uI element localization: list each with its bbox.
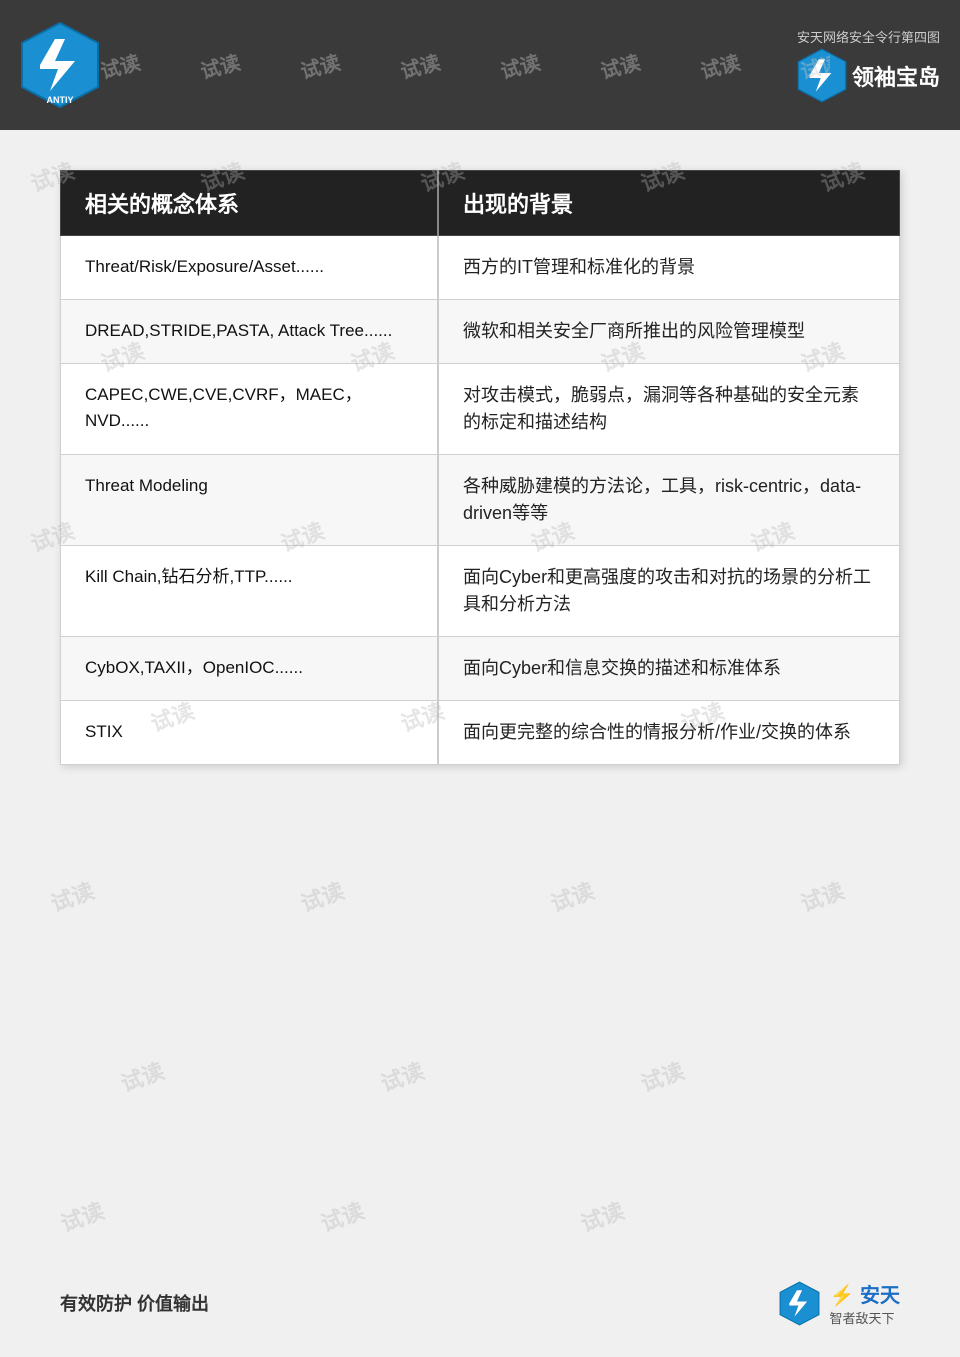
watermark-17: 试读 xyxy=(296,873,348,918)
table-row-4-col2: 面向Cyber和更高强度的攻击和对抗的场景的分析工具和分析方法 xyxy=(438,546,899,637)
watermark-23: 试读 xyxy=(56,1193,108,1238)
table-row: Kill Chain,钻石分析,TTP......面向Cyber和更高强度的攻击… xyxy=(61,546,900,637)
table-row: Threat Modeling各种威胁建模的方法论，工具，risk-centri… xyxy=(61,455,900,546)
table-row-0-col2: 西方的IT管理和标准化的背景 xyxy=(438,236,899,300)
table-row: CybOX,TAXII，OpenIOC......面向Cyber和信息交换的描述… xyxy=(61,637,900,701)
watermark-20: 试读 xyxy=(116,1053,168,1098)
table-row-2-col2: 对攻击模式，脆弱点，漏洞等各种基础的安全元素的标定和描述结构 xyxy=(438,364,899,455)
footer-cn-name: 安天 xyxy=(860,1285,900,1307)
watermark-22: 试读 xyxy=(636,1053,688,1098)
footer-logo: ⚡ 安天 智者敌天下 xyxy=(777,1279,900,1327)
table-header-row: 相关的概念体系 出现的背景 xyxy=(61,171,900,236)
col2-header: 出现的背景 xyxy=(438,171,899,236)
header-watermark-7: 试读 xyxy=(697,46,743,84)
table-row: Threat/Risk/Exposure/Asset......西方的IT管理和… xyxy=(61,236,900,300)
table-row-3-col1: Threat Modeling xyxy=(61,455,439,546)
footer-logo-cn: ⚡ 安天 xyxy=(830,1279,900,1308)
footer-tagline: 有效防护 价值输出 xyxy=(60,1290,209,1316)
header-watermark-5: 试读 xyxy=(497,46,543,84)
table-row-5-col2: 面向Cyber和信息交换的描述和标准体系 xyxy=(438,637,899,701)
watermark-21: 试读 xyxy=(376,1053,428,1098)
header-watermarks: 试读 试读 试读 试读 试读 试读 试读 试读 xyxy=(80,0,830,130)
table-row-5-col1: CybOX,TAXII，OpenIOC...... xyxy=(61,637,439,701)
header-right-logo-cn: 领袖宝岛 xyxy=(852,60,940,92)
watermark-19: 试读 xyxy=(796,873,848,918)
col1-header: 相关的概念体系 xyxy=(61,171,439,236)
concepts-table: 相关的概念体系 出现的背景 Threat/Risk/Exposure/Asset… xyxy=(60,170,900,765)
watermark-24: 试读 xyxy=(316,1193,368,1238)
table-row-1-col1: DREAD,STRIDE,PASTA, Attack Tree...... xyxy=(61,300,439,364)
header-watermark-4: 试读 xyxy=(397,46,443,84)
main-content: 相关的概念体系 出现的背景 Threat/Risk/Exposure/Asset… xyxy=(0,130,960,805)
page-header: ANTIY 试读 试读 试读 试读 试读 试读 试读 试读 安天网络安全令行第四… xyxy=(0,0,960,130)
watermark-16: 试读 xyxy=(46,873,98,918)
table-row-2-col1: CAPEC,CWE,CVE,CVRF，MAEC，NVD...... xyxy=(61,364,439,455)
watermark-18: 试读 xyxy=(546,873,598,918)
table-row-0-col1: Threat/Risk/Exposure/Asset...... xyxy=(61,236,439,300)
footer-logo-text: ⚡ 安天 智者敌天下 xyxy=(830,1279,900,1327)
header-watermark-6: 试读 xyxy=(597,46,643,84)
watermark-25: 试读 xyxy=(576,1193,628,1238)
table-row: STIX面向更完整的综合性的情报分析/作业/交换的体系 xyxy=(61,701,900,765)
table-row-6-col2: 面向更完整的综合性的情报分析/作业/交换的体系 xyxy=(438,701,899,765)
svg-text:ANTIY: ANTIY xyxy=(47,95,74,105)
page-footer: 有效防护 价值输出 ⚡ 安天 智者敌天下 xyxy=(0,1279,960,1327)
table-row: CAPEC,CWE,CVE,CVRF，MAEC，NVD......对攻击模式，脆… xyxy=(61,364,900,455)
table-row-3-col2: 各种威胁建模的方法论，工具，risk-centric，data-driven等等 xyxy=(438,455,899,546)
table-row-6-col1: STIX xyxy=(61,701,439,765)
header-watermark-3: 试读 xyxy=(297,46,343,84)
table-row-4-col1: Kill Chain,钻石分析,TTP...... xyxy=(61,546,439,637)
footer-logo-slogan: 智者敌天下 xyxy=(830,1308,900,1327)
header-watermark-1: 试读 xyxy=(97,46,143,84)
header-watermark-2: 试读 xyxy=(197,46,243,84)
table-row-1-col2: 微软和相关安全厂商所推出的风险管理模型 xyxy=(438,300,899,364)
header-watermark-8: 试读 xyxy=(797,46,830,84)
table-row: DREAD,STRIDE,PASTA, Attack Tree......微软和… xyxy=(61,300,900,364)
